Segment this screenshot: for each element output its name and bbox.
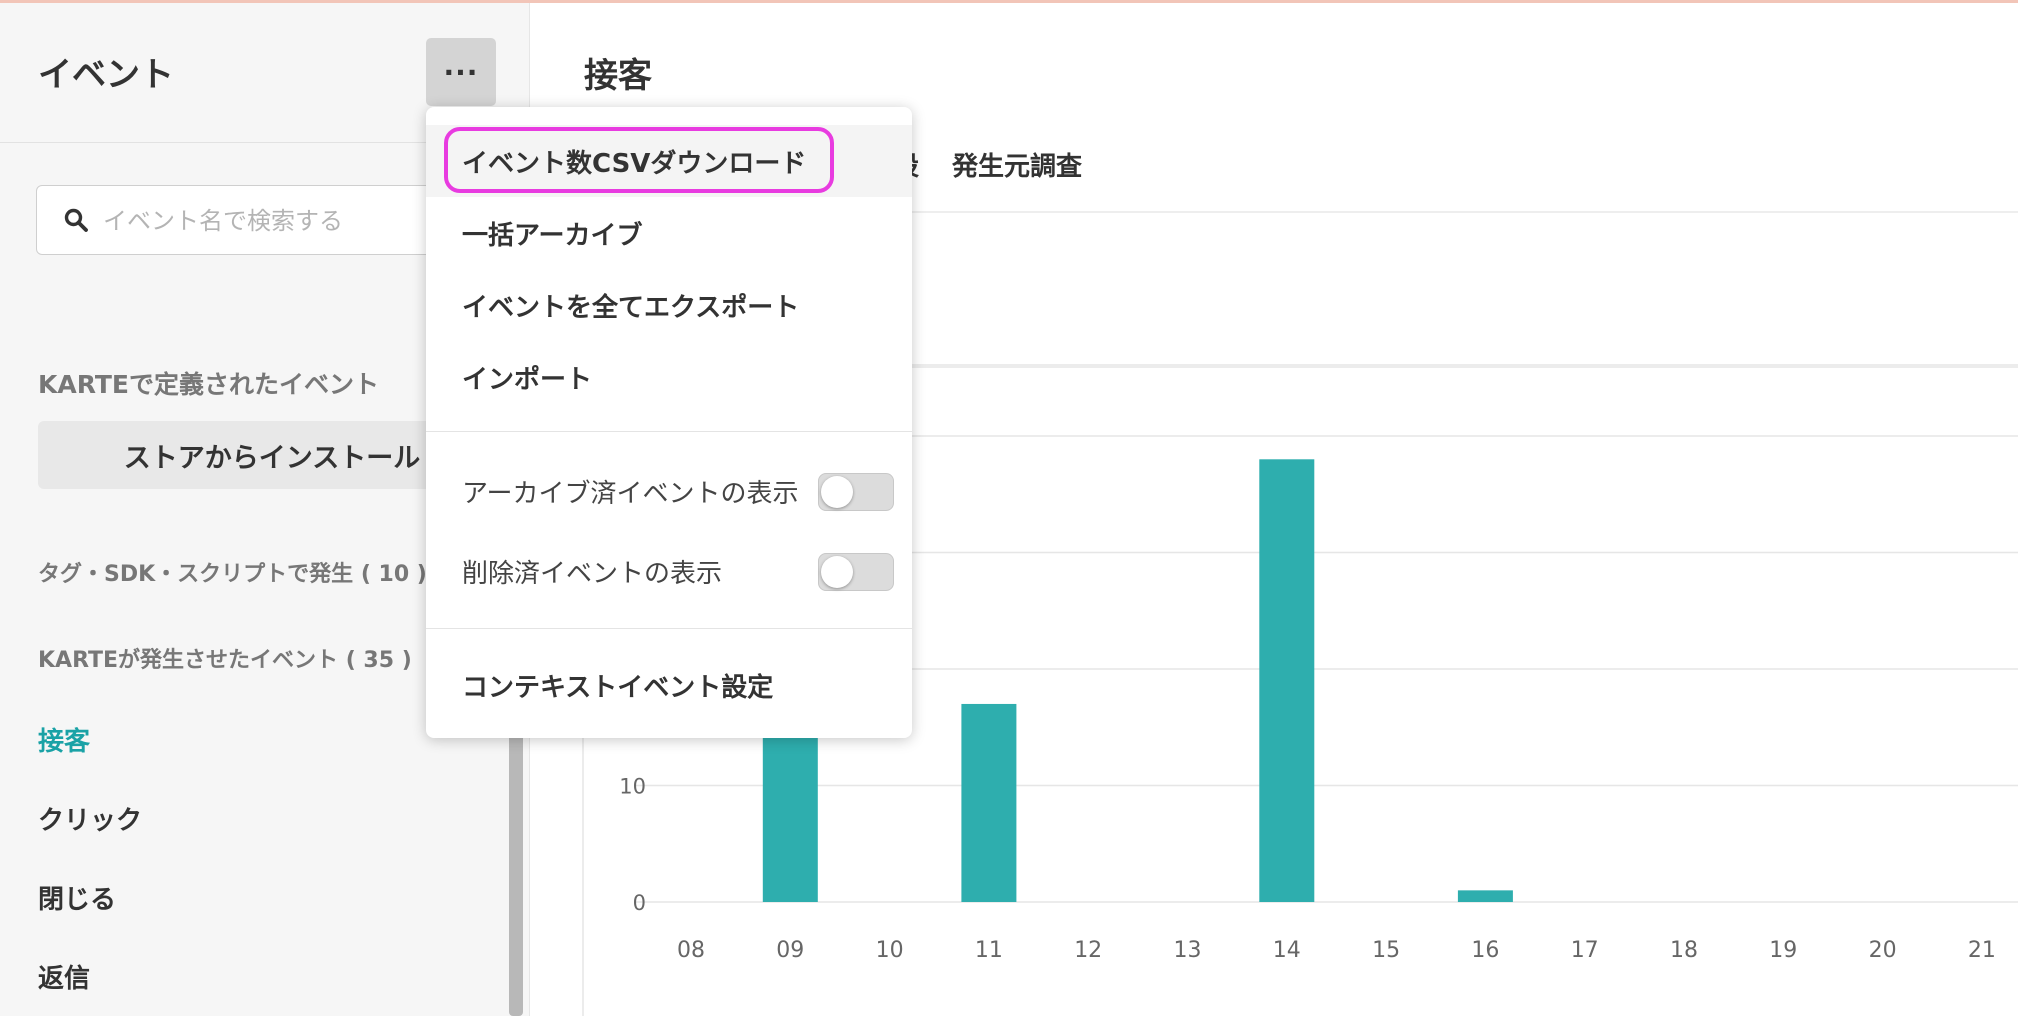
x-tick-label: 10 bbox=[876, 938, 904, 963]
x-tick-label: 15 bbox=[1372, 938, 1400, 963]
x-tick-label: 11 bbox=[975, 938, 1003, 963]
x-tick-label: 14 bbox=[1273, 938, 1301, 963]
toggle-knob bbox=[821, 476, 853, 508]
x-tick-label: 16 bbox=[1471, 938, 1499, 963]
menu-item-csv-download[interactable]: イベント数CSVダウンロード bbox=[462, 143, 806, 180]
x-tick-label: 20 bbox=[1869, 938, 1897, 963]
menu-divider bbox=[426, 431, 912, 432]
search-icon bbox=[64, 208, 88, 232]
menu-divider bbox=[426, 628, 912, 629]
show-archived-events-toggle[interactable] bbox=[818, 473, 894, 511]
event-item-click[interactable]: クリック bbox=[38, 800, 142, 837]
menu-item-bulk-archive[interactable]: 一括アーカイブ bbox=[462, 215, 642, 252]
x-tick-label: 21 bbox=[1968, 938, 1996, 963]
tab-origin-investigation[interactable]: 発生元調査 bbox=[952, 146, 1082, 183]
x-tick-label: 12 bbox=[1074, 938, 1102, 963]
x-tick-label: 18 bbox=[1670, 938, 1698, 963]
show-archived-events-label: アーカイブ済イベントの表示 bbox=[462, 479, 799, 509]
x-tick-label: 08 bbox=[677, 938, 705, 963]
chart-bar bbox=[1259, 459, 1315, 902]
toggle-knob bbox=[821, 556, 853, 588]
x-tick-label: 13 bbox=[1174, 938, 1202, 963]
page-title: 接客 bbox=[584, 56, 652, 96]
x-tick-label: 09 bbox=[776, 938, 804, 963]
tag-sdk-script-events-section[interactable]: タグ・SDK・スクリプトで発生 ( 10 ) bbox=[38, 556, 427, 588]
show-deleted-events-label: 削除済イベントの表示 bbox=[462, 559, 723, 589]
options-dropdown-menu: イベント数CSVダウンロード 一括アーカイブ イベントを全てエクスポート インポ… bbox=[426, 107, 912, 738]
show-deleted-events-toggle[interactable] bbox=[818, 553, 894, 591]
menu-item-context-event-settings[interactable]: コンテキストイベント設定 bbox=[462, 667, 773, 704]
y-tick-label: 0 bbox=[633, 891, 646, 915]
event-item-close[interactable]: 閉じる bbox=[38, 879, 116, 916]
y-tick-label: 10 bbox=[619, 775, 646, 799]
karte-defined-events-heading: KARTEで定義されたイベント bbox=[38, 370, 379, 399]
chart-bar bbox=[961, 703, 1017, 902]
event-item-接客[interactable]: 接客 bbox=[38, 721, 90, 758]
chart-bar bbox=[1457, 890, 1513, 902]
more-options-button[interactable]: ··· bbox=[426, 38, 496, 106]
karte-generated-events-section[interactable]: KARTEが発生させたイベント ( 35 ) bbox=[38, 642, 412, 674]
x-tick-label: 17 bbox=[1571, 938, 1599, 963]
menu-item-export-all[interactable]: イベントを全てエクスポート bbox=[462, 287, 799, 324]
sidebar-title: イベント bbox=[38, 55, 174, 95]
x-tick-label: 19 bbox=[1769, 938, 1797, 963]
menu-item-import[interactable]: インポート bbox=[462, 359, 592, 396]
event-item-reply[interactable]: 返信 bbox=[38, 958, 90, 995]
